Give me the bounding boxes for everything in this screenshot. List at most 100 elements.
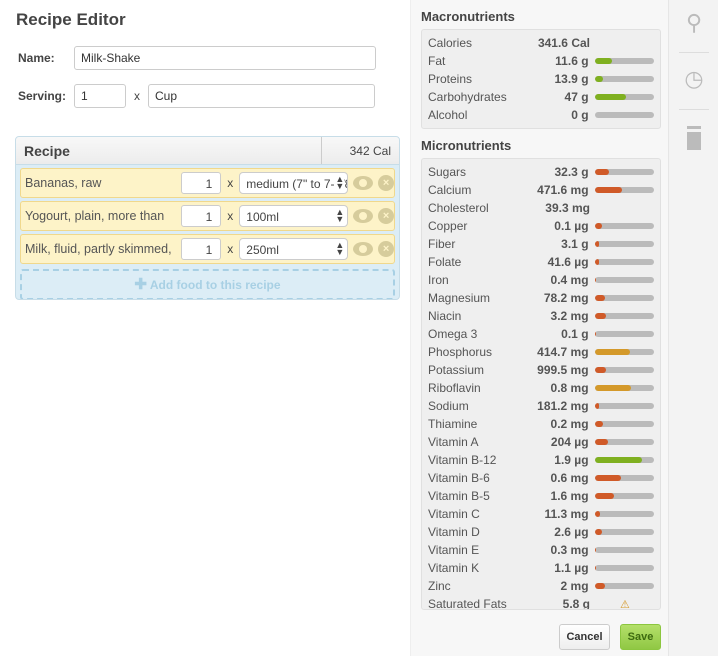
nutrient-row: Alcohol 0 g	[428, 106, 654, 124]
food-name: Bananas, raw	[25, 176, 102, 190]
eye-icon[interactable]	[353, 242, 374, 256]
nutrient-value: 32.3 g	[554, 165, 589, 179]
nutrient-value: 78.2 mg	[543, 291, 589, 305]
nutrient-row: Carbohydrates 47 g	[428, 88, 654, 106]
recipe-item: Yogourt, plain, more than 1 x 100ml ▲ ▼ ×	[20, 201, 395, 231]
nutrient-name: Vitamin A	[428, 435, 479, 449]
select-arrows-icon: ▲ ▼	[335, 174, 345, 191]
remove-icon[interactable]: ×	[378, 241, 394, 257]
nutrient-value: 0.1 µg	[554, 219, 589, 233]
nutrient-name: Thiamine	[428, 417, 478, 431]
food-name: Milk, fluid, partly skimmed,	[25, 242, 172, 256]
nutrient-name: Carbohydrates	[428, 90, 507, 104]
nutrient-row: Niacin 3.2 mg	[428, 307, 654, 325]
select-arrows-icon: ▲ ▼	[335, 207, 345, 224]
nutrient-bar-fill	[594, 547, 596, 553]
name-label: Name:	[18, 51, 55, 65]
nutrient-value: 41.6 µg	[547, 255, 589, 269]
nutrient-name: Folate	[428, 255, 462, 269]
nutrient-row: Potassium 999.5 mg	[428, 361, 654, 379]
nutrient-value: 999.5 mg	[537, 363, 589, 377]
nutrient-name: Vitamin D	[428, 525, 480, 539]
food-unit-value: 250ml	[246, 243, 279, 257]
fridge-icon[interactable]	[669, 126, 718, 150]
nutrient-value: 414.7 mg	[537, 345, 589, 359]
micronutrients-box[interactable]: Sugars 32.3 g Calcium 471.6 mg Cholesterol 39…	[421, 158, 661, 610]
nutrient-value: 39.3 mg	[545, 201, 590, 215]
nutrient-bar-fill	[594, 439, 608, 445]
search-icon[interactable]: ⚲	[669, 10, 718, 36]
nutrient-value: 3.2 mg	[550, 309, 589, 323]
nutrient-row: Riboflavin 0.8 mg	[428, 379, 654, 397]
serving-unit-input[interactable]	[148, 84, 375, 108]
recipe-header: Recipe 342 Cal	[16, 137, 399, 165]
nutrient-value: 0.3 mg	[550, 543, 589, 557]
nutrient-bar	[594, 421, 654, 427]
recipe-box: Recipe 342 Cal Bananas, raw 1 x medium (…	[15, 136, 400, 300]
food-qty-input[interactable]: 1	[181, 238, 222, 260]
divider	[679, 52, 709, 53]
nutrient-row: Proteins 13.9 g	[428, 70, 654, 88]
nutrient-bar	[594, 439, 654, 445]
food-unit-select[interactable]: 250ml ▲ ▼	[239, 238, 349, 260]
clock-icon[interactable]: ◷	[669, 66, 718, 92]
nutrient-row: Iron 0.4 mg	[428, 271, 654, 289]
nutrient-bar-fill	[594, 511, 601, 517]
nutrient-bar-fill	[594, 565, 596, 571]
remove-icon[interactable]: ×	[378, 208, 394, 224]
eye-icon[interactable]	[353, 176, 374, 190]
food-qty-input[interactable]: 1	[181, 172, 222, 194]
nutrient-bar-fill	[594, 169, 610, 175]
nutrient-name: Phosphorus	[428, 345, 493, 359]
nutrient-row: Thiamine 0.2 mg	[428, 415, 654, 433]
nutrient-name: Saturated Fats	[428, 597, 507, 610]
nutrient-row: Sugars 32.3 g	[428, 163, 654, 181]
nutrient-value: 5.8 g	[562, 597, 590, 610]
nutrient-bar	[594, 295, 654, 301]
name-input[interactable]	[74, 46, 376, 70]
nutrient-bar-fill	[594, 76, 604, 82]
nutrient-row: Magnesium 78.2 mg	[428, 289, 654, 307]
nutrient-name: Niacin	[428, 309, 462, 323]
serving-qty-input[interactable]	[74, 84, 126, 108]
recipe-calories: 342 Cal	[321, 137, 399, 164]
nutrient-bar-fill	[594, 277, 597, 283]
nutrient-bar-fill	[594, 421, 604, 427]
save-button[interactable]: Save	[620, 624, 661, 650]
nutrient-bar	[594, 547, 654, 553]
serving-row: Serving: x	[18, 84, 375, 108]
nutrient-value: 0.6 mg	[550, 471, 589, 485]
nutrient-bar	[594, 259, 654, 265]
nutrient-bar-fill	[594, 493, 614, 499]
nutrient-bar-fill	[594, 241, 600, 247]
nutrient-row: Copper 0.1 µg	[428, 217, 654, 235]
nutrient-name: Vitamin B-6	[428, 471, 490, 485]
nutrient-bar-fill	[594, 259, 600, 265]
food-unit-value: medium (7" to 7-7/8" long)	[246, 177, 347, 191]
nutrient-row: Calories 341.6 Cal	[428, 34, 654, 52]
eye-icon[interactable]	[353, 209, 374, 223]
nutrient-value: 0.4 mg	[550, 273, 589, 287]
nutrient-bar-fill	[594, 223, 603, 229]
food-unit-select[interactable]: medium (7" to 7-7/8" long)▲▼	[239, 172, 349, 194]
plus-icon: ✚	[134, 276, 147, 293]
nutrient-name: Riboflavin	[428, 381, 481, 395]
nutrient-name: Calories	[428, 36, 473, 50]
food-unit-select[interactable]: 100ml ▲ ▼	[239, 205, 349, 227]
nutrient-row: Vitamin C 11.3 mg	[428, 505, 654, 523]
nutrient-bar	[594, 76, 654, 82]
food-qty-input[interactable]: 1	[181, 205, 222, 227]
nutrient-bar-fill	[594, 529, 602, 535]
nutrient-bar	[594, 565, 654, 571]
recipe-editor-panel: Recipe Editor Name: Serving: x Recipe 34…	[0, 0, 410, 656]
nutrient-bar	[594, 187, 654, 193]
cancel-button[interactable]: Cancel	[559, 624, 610, 650]
remove-icon[interactable]: ×	[378, 175, 394, 191]
nutrient-name: Alcohol	[428, 108, 468, 122]
recipe-item: Milk, fluid, partly skimmed, 1 x 250ml ▲ ▼…	[20, 234, 395, 264]
nutrient-row: Vitamin D 2.6 µg	[428, 523, 654, 541]
add-food-button[interactable]: ✚ Add food to this recipe	[20, 269, 395, 299]
nutrient-bar-fill	[594, 475, 622, 481]
nutrient-row: Saturated Fats 5.8 g ⚠	[428, 595, 654, 610]
nutrient-row: Vitamin B-6 0.6 mg	[428, 469, 654, 487]
